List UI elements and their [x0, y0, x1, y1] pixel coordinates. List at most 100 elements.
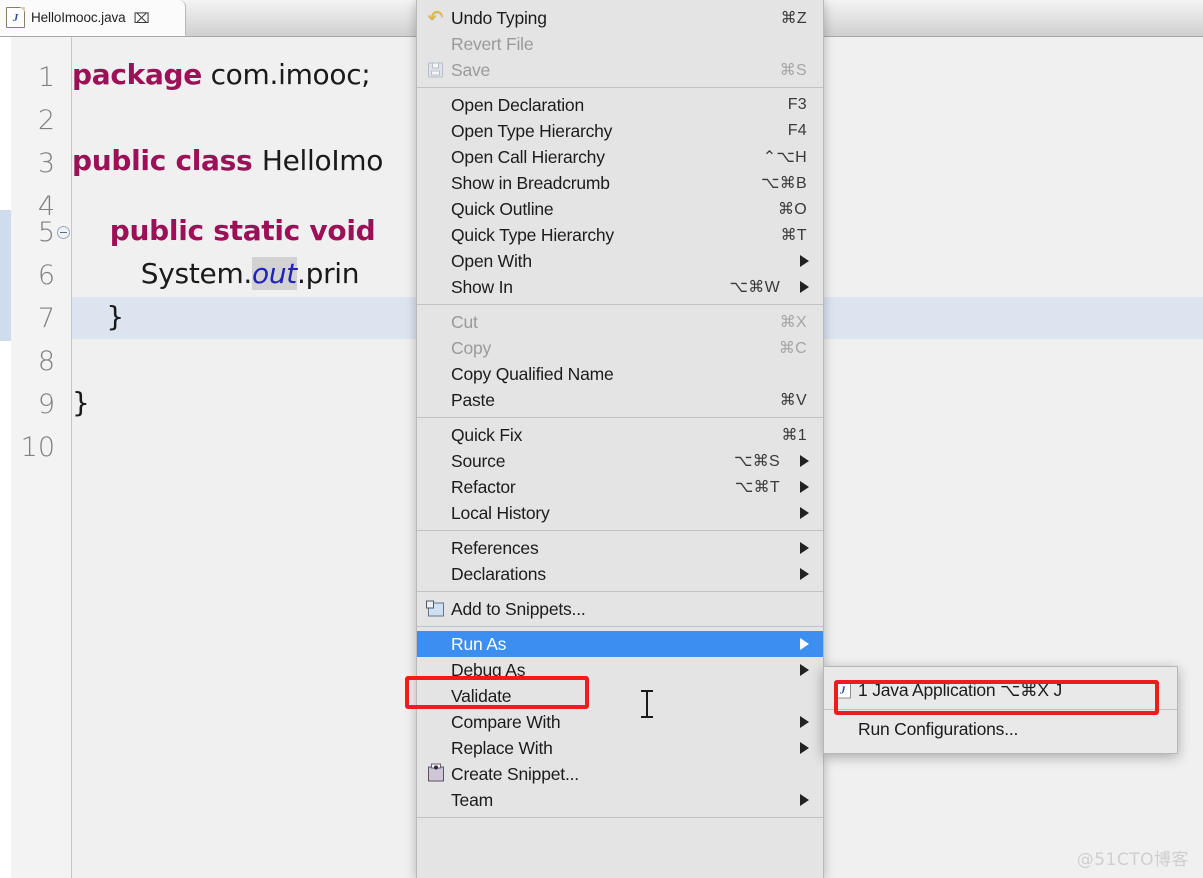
menu-item-replace-with[interactable]: Replace With — [417, 735, 823, 761]
menu-item-shortcut: ⌥⌘T — [734, 479, 780, 496]
menu-item-declarations[interactable]: Declarations — [417, 561, 823, 587]
menu-item-refactor[interactable]: Refactor ⌥⌘T — [417, 474, 823, 500]
menu-item-shortcut: ⌥⌘S — [733, 453, 780, 470]
code-line-3: public class HelloImo — [72, 147, 383, 175]
menu-item-label: Open Declaration — [451, 94, 584, 115]
java-app-icon: J — [833, 681, 852, 700]
code-token: HelloImo — [261, 144, 384, 177]
menu-item-open-call-hierarchy[interactable]: Open Call Hierarchy ⌃⌥H — [417, 144, 823, 170]
overview-marker-strip[interactable] — [0, 37, 11, 878]
menu-item-compare-with[interactable]: Compare With — [417, 709, 823, 735]
menu-item-open-declaration[interactable]: Open Declaration F3 — [417, 92, 823, 118]
line-number-10: 10 — [20, 432, 55, 463]
menu-item-open-with[interactable]: Open With — [417, 248, 823, 274]
code-fold-collapse-icon[interactable] — [57, 226, 70, 239]
submenu-arrow-icon — [800, 638, 809, 650]
snippet-create-icon — [426, 763, 445, 784]
submenu-arrow-icon — [800, 281, 809, 293]
code-token: } — [72, 300, 124, 333]
run-as-submenu[interactable]: J 1 Java Application ⌥⌘X J Run Configurati… — [823, 666, 1178, 754]
menu-item-label: Show in Breadcrumb — [451, 172, 610, 193]
editor-context-menu[interactable]: ↶ Undo Typing ⌘Z Revert File Save ⌘S Open Decl… — [416, 0, 824, 878]
watermark: @51CTO博客 — [1076, 850, 1189, 870]
menu-item-label: Run Configurations... — [858, 718, 1019, 739]
line-number-7: 7 — [37, 303, 55, 334]
menu-item-label: Undo Typing — [451, 7, 547, 28]
menu-item-references[interactable]: References — [417, 535, 823, 561]
menu-item-shortcut: ⌘X — [779, 314, 807, 331]
menu-item-label: Source — [451, 450, 506, 471]
menu-item-label: Show In — [451, 276, 513, 297]
menu-item-shortcut: ⌘S — [779, 62, 807, 79]
menu-separator — [417, 817, 823, 818]
menu-separator — [417, 417, 823, 418]
menu-item-paste[interactable]: Paste ⌘V — [417, 387, 823, 413]
submenu-arrow-icon — [800, 255, 809, 267]
java-file-icon: J — [6, 7, 25, 28]
code-token: public class — [72, 144, 262, 177]
menu-item-label: Add to Snippets... — [451, 598, 586, 619]
menu-item-label: Revert File — [451, 33, 534, 54]
menu-item-undo-typing[interactable]: ↶ Undo Typing ⌘Z — [417, 5, 823, 31]
menu-item-label: Team — [451, 789, 493, 810]
menu-item-create-snippet[interactable]: Create Snippet... — [417, 761, 823, 787]
menu-item-team[interactable]: Team — [417, 787, 823, 813]
menu-item-debug-as[interactable]: Debug As — [417, 657, 823, 683]
menu-item-shortcut: F3 — [787, 96, 807, 113]
code-token: out — [252, 257, 297, 290]
code-token: public static void — [72, 214, 385, 247]
menu-item-quick-fix[interactable]: Quick Fix ⌘1 — [417, 422, 823, 448]
editor-tab-helloimooc[interactable]: J HelloImooc.java ⌧ — [0, 0, 186, 36]
menu-item-shortcut: ⌘Z — [780, 10, 807, 27]
submenu-arrow-icon — [800, 507, 809, 519]
menu-item-quick-type-hierarchy[interactable]: Quick Type Hierarchy ⌘T — [417, 222, 823, 248]
menu-item-open-type-hierarchy[interactable]: Open Type Hierarchy F4 — [417, 118, 823, 144]
menu-item-quick-outline[interactable]: Quick Outline ⌘O — [417, 196, 823, 222]
menu-item-label: Cut — [451, 311, 478, 332]
menu-item-label: Validate — [451, 685, 512, 706]
menu-item-label: Local History — [451, 502, 550, 523]
menu-item-label: Debug As — [451, 659, 526, 680]
code-token: System. — [72, 257, 253, 290]
menu-item-label: Save — [451, 59, 491, 80]
snippet-add-icon — [425, 600, 445, 619]
menu-item-revert-file: Revert File — [417, 31, 823, 57]
menu-item-show-in[interactable]: Show In ⌥⌘W — [417, 274, 823, 300]
menu-item-label: Open With — [451, 250, 532, 271]
submenu-arrow-icon — [800, 664, 809, 676]
menu-item-label: Replace With — [451, 737, 553, 758]
menu-item-show-in-breadcrumb[interactable]: Show in Breadcrumb ⌥⌘B — [417, 170, 823, 196]
code-line-7: } — [72, 303, 124, 331]
menu-item-label: Open Call Hierarchy — [451, 146, 605, 167]
menu-item-shortcut: ⌘T — [780, 227, 807, 244]
menu-item-1-java-application-x-j[interactable]: J 1 Java Application ⌥⌘X J — [824, 675, 1177, 705]
menu-item-validate[interactable]: Validate — [417, 683, 823, 709]
menu-item-label: Quick Fix — [451, 424, 523, 445]
code-line-6: System.out.prin — [72, 257, 360, 290]
menu-separator — [417, 626, 823, 627]
menu-item-run-configurations[interactable]: Run Configurations... — [824, 714, 1177, 744]
menu-separator — [417, 87, 823, 88]
submenu-arrow-icon — [800, 716, 809, 728]
submenu-arrow-icon — [800, 455, 809, 467]
menu-item-label: 1 Java Application ⌥⌘X J — [858, 679, 1063, 700]
code-line-5: public static void — [72, 217, 385, 245]
code-line-9: } — [72, 389, 90, 417]
line-number-6: 6 — [37, 260, 55, 291]
menu-item-add-to-snippets[interactable]: Add to Snippets... — [417, 596, 823, 622]
menu-item-local-history[interactable]: Local History — [417, 500, 823, 526]
menu-item-copy-qualified-name[interactable]: Copy Qualified Name — [417, 361, 823, 387]
line-number-1: 1 — [37, 62, 55, 93]
menu-item-cut: Cut ⌘X — [417, 309, 823, 335]
line-number-8: 8 — [37, 346, 55, 377]
menu-item-shortcut: ⌃⌥H — [762, 149, 807, 166]
line-number-9: 9 — [37, 389, 55, 420]
menu-item-shortcut: ⌘V — [779, 392, 807, 409]
close-icon[interactable]: ⌧ — [134, 11, 150, 25]
menu-item-source[interactable]: Source ⌥⌘S — [417, 448, 823, 474]
menu-item-run-as[interactable]: Run As — [417, 631, 823, 657]
menu-item-label: Run As — [451, 633, 507, 654]
menu-item-copy: Copy ⌘C — [417, 335, 823, 361]
editor-tab-label: HelloImooc.java — [31, 10, 126, 25]
line-number-3: 3 — [37, 148, 55, 179]
